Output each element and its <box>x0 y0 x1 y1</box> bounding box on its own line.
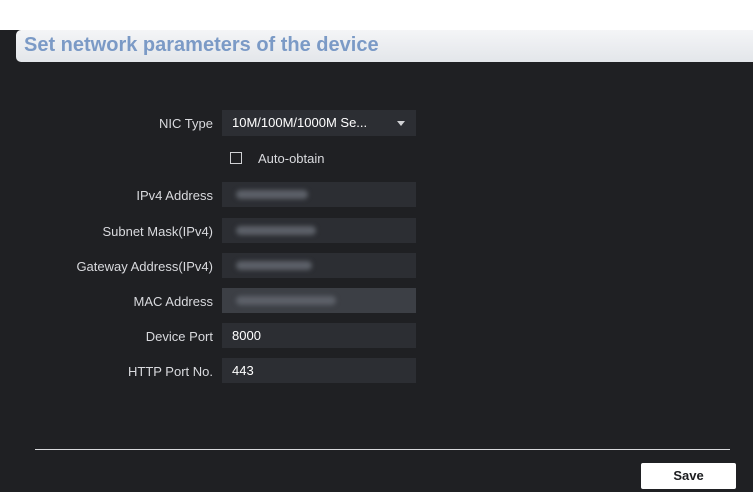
divider <box>35 449 730 450</box>
device-port-label: Device Port <box>145 329 213 344</box>
gateway-input[interactable] <box>222 253 416 278</box>
redacted-value <box>236 226 316 235</box>
mac-address-field <box>222 288 416 313</box>
top-strip <box>0 0 753 30</box>
subnet-mask-label: Subnet Mask(IPv4) <box>102 224 213 239</box>
save-button[interactable]: Save <box>641 463 736 489</box>
auto-obtain-checkbox[interactable] <box>230 152 242 164</box>
header-bar: Set network parameters of the device <box>16 30 753 62</box>
caret-down-icon <box>397 121 405 126</box>
gateway-label: Gateway Address(IPv4) <box>76 259 213 274</box>
ipv4-address-label: IPv4 Address <box>136 188 213 203</box>
http-port-label: HTTP Port No. <box>127 364 213 379</box>
nic-type-label: NIC Type <box>159 116 213 131</box>
http-port-input[interactable]: 443 <box>222 358 416 383</box>
redacted-value <box>236 190 308 199</box>
mac-address-label: MAC Address <box>133 294 213 309</box>
page-title: Set network parameters of the device <box>24 34 379 56</box>
redacted-value <box>236 261 312 270</box>
auto-obtain-label: Auto-obtain <box>258 151 325 166</box>
device-port-input[interactable]: 8000 <box>222 323 416 348</box>
nic-type-value: 10M/100M/1000M Se... <box>232 115 368 130</box>
subnet-mask-input[interactable] <box>222 218 416 243</box>
nic-type-select[interactable]: 10M/100M/1000M Se... <box>222 110 416 136</box>
redacted-value <box>236 296 336 305</box>
ipv4-address-input[interactable] <box>222 182 416 207</box>
